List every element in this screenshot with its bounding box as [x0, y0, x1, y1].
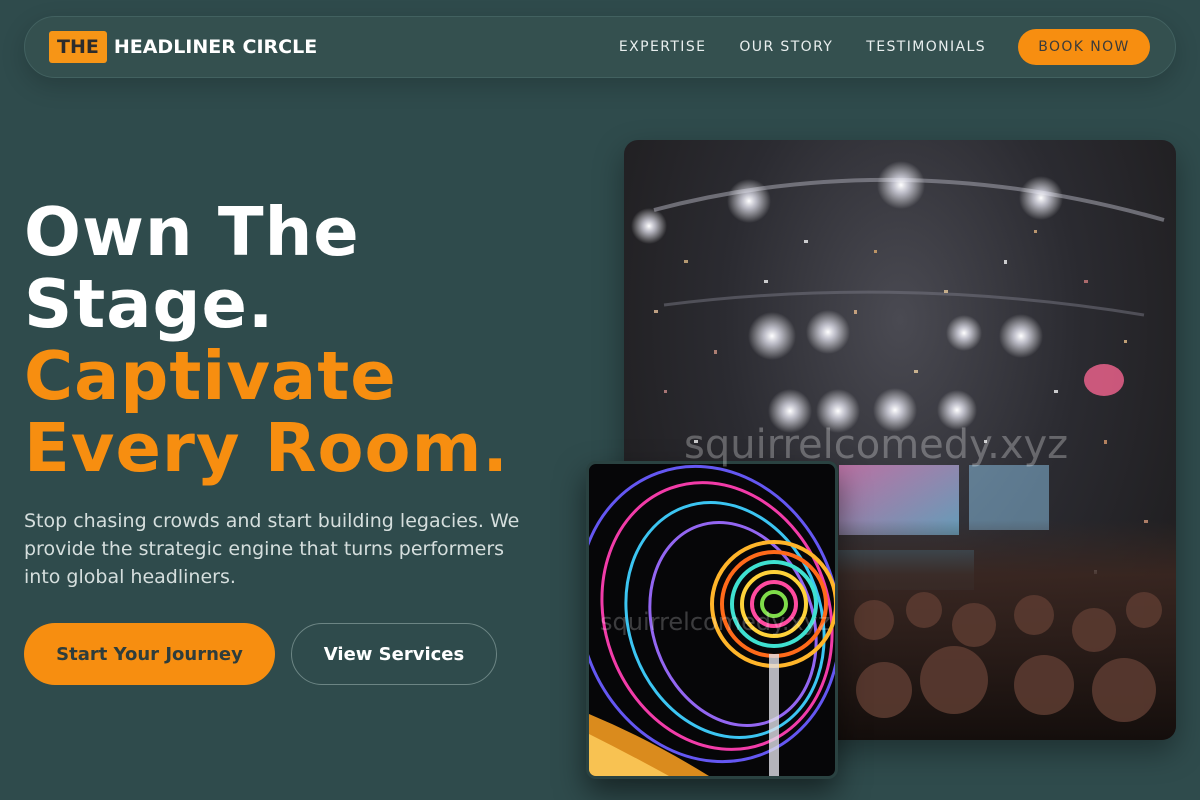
logo-text: HEADLINER CIRCLE: [113, 36, 318, 58]
headline-line-4: Every Room.: [24, 409, 509, 487]
ferris-wheel-image: [586, 461, 838, 779]
light-trails-illustration: [589, 464, 835, 776]
headline-line-2: Stage.: [24, 265, 275, 343]
logo[interactable]: THE HEADLINER CIRCLE: [49, 31, 317, 63]
hero-headline: Own The Stage. Captivate Every Room.: [24, 196, 584, 484]
navbar: THE HEADLINER CIRCLE EXPERTISE OUR STORY…: [24, 16, 1176, 78]
hero-subtext: Stop chasing crowds and start building l…: [24, 510, 520, 588]
landing-page: THE HEADLINER CIRCLE EXPERTISE OUR STORY…: [0, 0, 1200, 800]
headline-line-3: Captivate: [24, 337, 397, 415]
nav-link-our-story[interactable]: OUR STORY: [739, 39, 833, 55]
headline-line-1: Own The: [24, 193, 360, 271]
nav-links: EXPERTISE OUR STORY TESTIMONIALS BOOK NO…: [619, 29, 1150, 65]
view-services-button[interactable]: View Services: [291, 623, 497, 685]
book-now-button[interactable]: BOOK NOW: [1018, 29, 1150, 65]
start-journey-button[interactable]: Start Your Journey: [24, 623, 275, 685]
nav-link-testimonials[interactable]: TESTIMONIALS: [866, 39, 986, 55]
nav-link-expertise[interactable]: EXPERTISE: [619, 39, 706, 55]
logo-badge: THE: [49, 31, 107, 63]
